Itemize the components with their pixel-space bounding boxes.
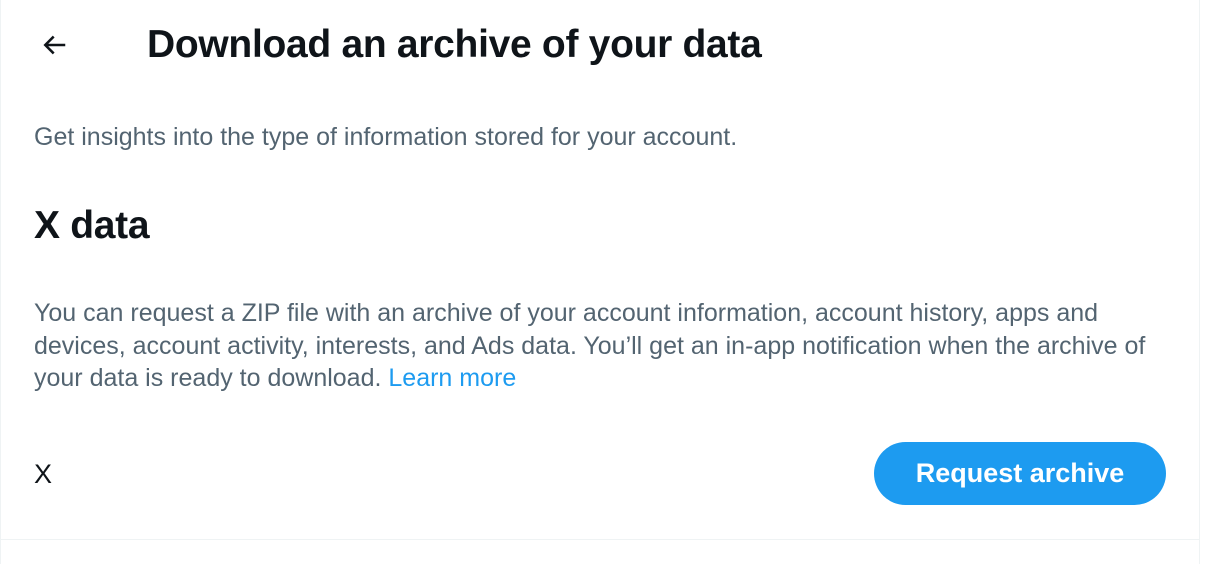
page-header: Download an archive of your data	[1, 0, 1199, 92]
account-name: X	[34, 459, 53, 489]
page-title: Download an archive of your data	[147, 23, 762, 66]
account-row: X Request archive	[1, 438, 1199, 510]
request-archive-button[interactable]: Request archive	[874, 442, 1166, 505]
section-heading: X data	[34, 204, 150, 247]
divider	[1, 539, 1199, 540]
intro-text: Get insights into the type of informatio…	[34, 123, 738, 151]
settings-panel: Download an archive of your data Get ins…	[0, 0, 1200, 564]
back-button[interactable]	[31, 24, 77, 70]
arrow-left-icon	[39, 30, 69, 65]
learn-more-link[interactable]: Learn more	[388, 364, 516, 392]
section-description: You can request a ZIP file with an archi…	[34, 297, 1154, 395]
description-text: You can request a ZIP file with an archi…	[34, 299, 1146, 392]
